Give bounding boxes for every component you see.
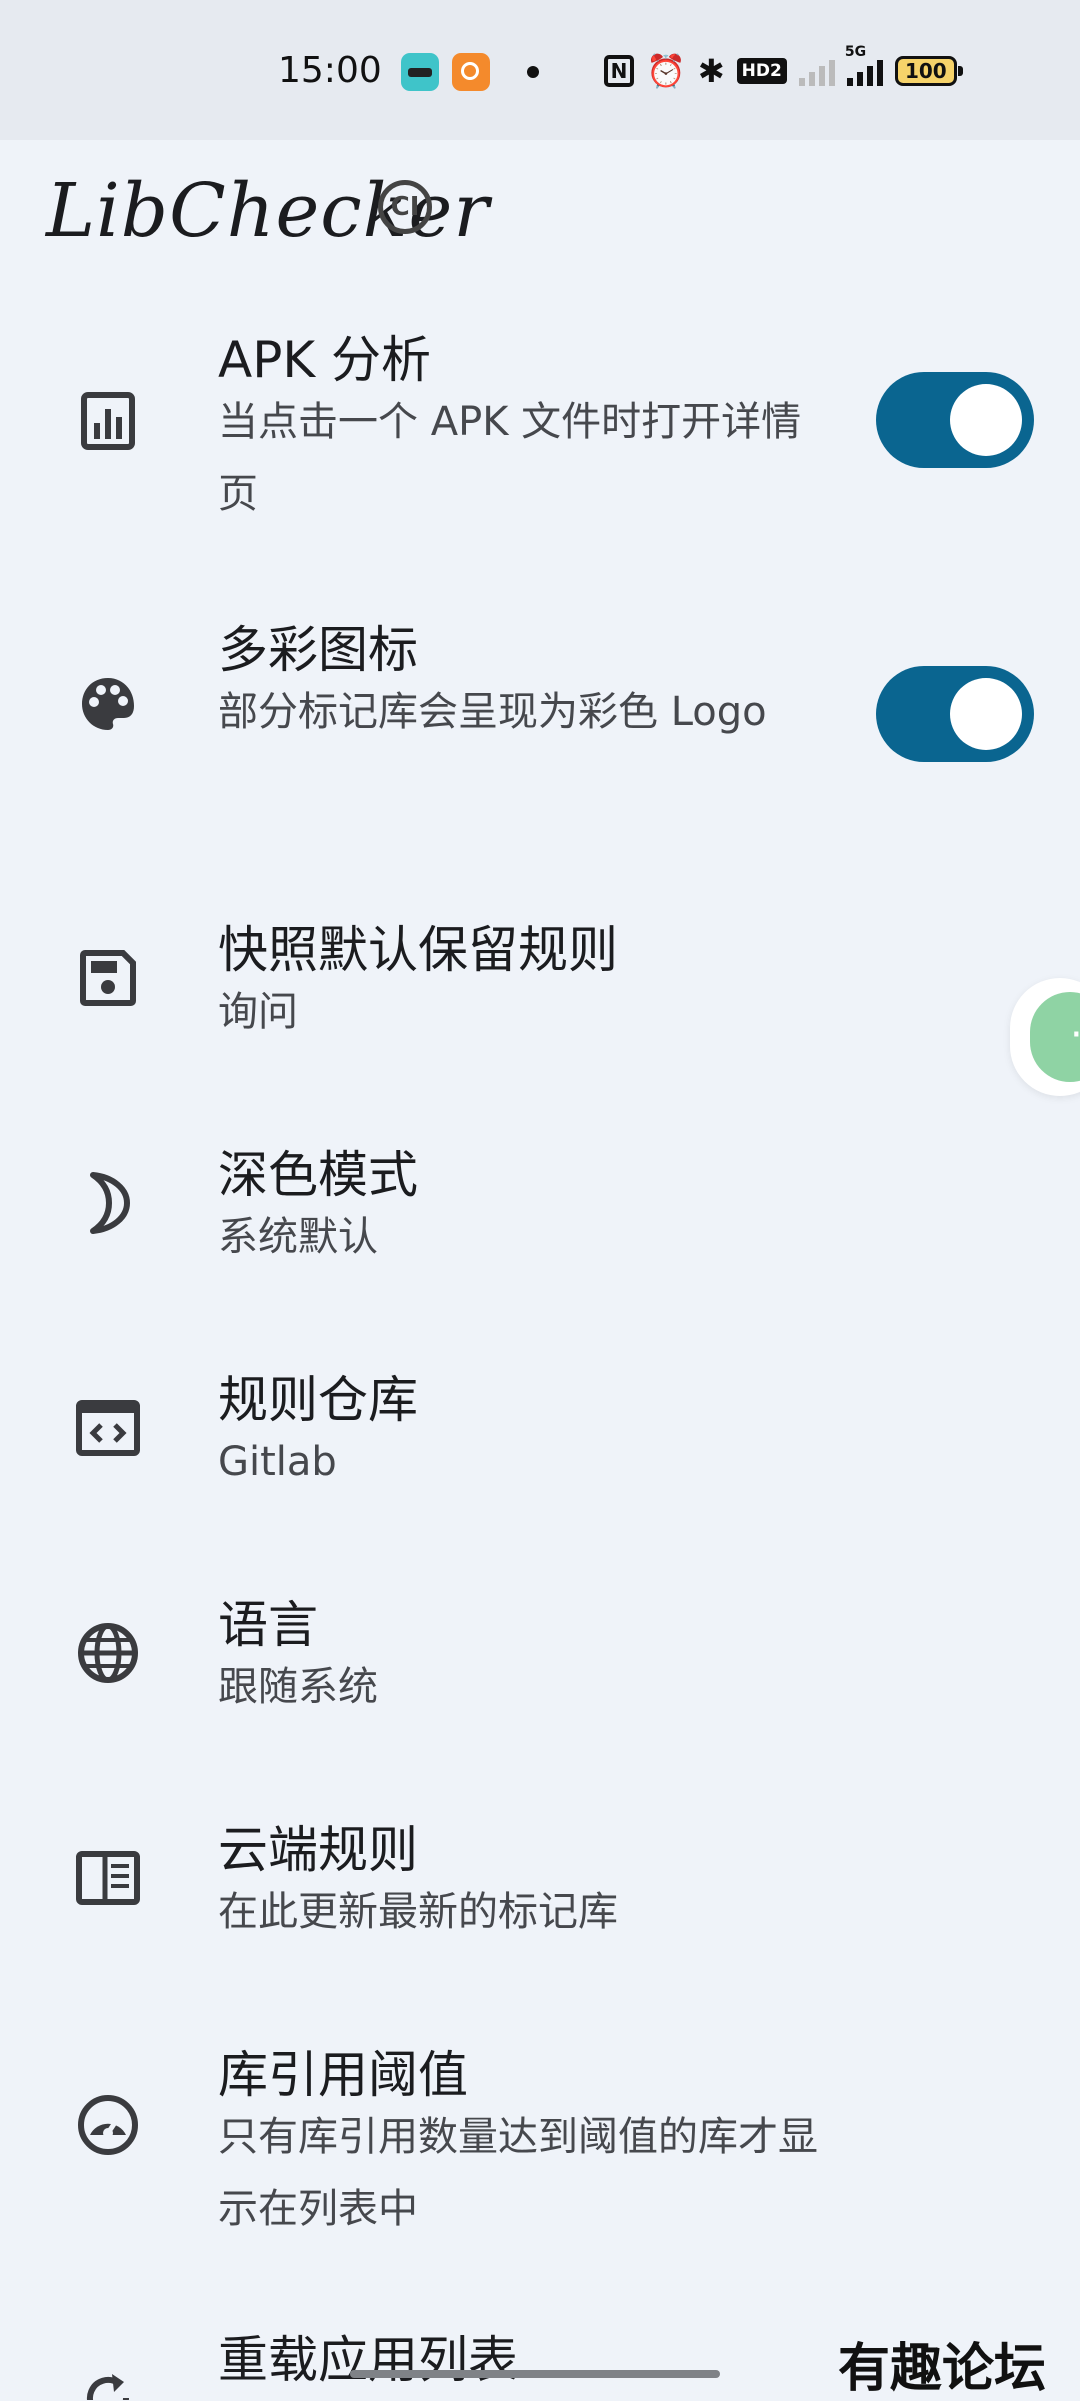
- speedometer-icon: [70, 2087, 146, 2163]
- colorful-icons-toggle[interactable]: [876, 666, 1034, 762]
- setting-title: 云端规则: [218, 1821, 418, 1879]
- setting-apk-analysis[interactable]: APK 分析 当点击一个 APK 文件时打开详情页: [0, 300, 1080, 590]
- reload-icon: [70, 2360, 146, 2400]
- home-indicator[interactable]: [350, 2370, 720, 2378]
- setting-colorful-icons[interactable]: 多彩图标 部分标记库会呈现为彩色 Logo: [0, 590, 1080, 860]
- setting-summary: 当点击一个 APK 文件时打开详情页: [218, 399, 802, 517]
- bar-chart-icon: [70, 383, 146, 459]
- setting-summary: 在此更新最新的标记库: [218, 1889, 618, 1935]
- forum-watermark: 有趣论坛: [838, 2338, 1047, 2399]
- magic-app-icon: [401, 53, 439, 91]
- palette-icon: [70, 666, 146, 742]
- setting-summary: Gitlab: [218, 1439, 337, 1485]
- setting-title: 重载应用列表: [218, 2331, 518, 2389]
- moon-icon: [70, 1165, 146, 1241]
- ci-badge: CI: [378, 180, 432, 234]
- setting-library-threshold[interactable]: 库引用阈值 只有库引用数量达到阈值的库才显示在列表中: [0, 2005, 1080, 2275]
- setting-summary: 系统默认: [218, 1214, 378, 1260]
- setting-title: 语言: [218, 1596, 318, 1654]
- nfc-icon: N: [604, 55, 634, 87]
- setting-rules-repository[interactable]: 规则仓库 Gitlab: [0, 1330, 1080, 1540]
- hd-voice-icon: HD2: [736, 58, 787, 84]
- status-icons: N ⏰ ✱ HD2 5G 100: [604, 44, 963, 94]
- setting-summary: 询问: [218, 989, 298, 1035]
- floating-bubble-dots-icon: [1030, 992, 1080, 1082]
- setting-snapshot-retention[interactable]: 快照默认保留规则 询问: [0, 880, 1080, 1090]
- status-bar: 15:00 N ⏰ ✱ HD2 5G 100: [0, 0, 1080, 140]
- battery-icon: 100: [894, 56, 963, 86]
- setting-cloud-rules[interactable]: 云端规则 在此更新最新的标记库: [0, 1780, 1080, 1990]
- setting-summary: 只有库引用数量达到阈值的库才显示在列表中: [218, 2114, 818, 2232]
- alarm-icon: ⏰: [646, 52, 686, 90]
- more-notifications-dot: [527, 66, 539, 78]
- setting-title: 多彩图标: [218, 621, 418, 679]
- setting-summary: 跟随系统: [218, 1664, 378, 1710]
- setting-summary: 部分标记库会呈现为彩色 Logo: [218, 689, 767, 735]
- setting-title: 快照默认保留规则: [218, 921, 618, 979]
- apk-analysis-toggle[interactable]: [876, 372, 1034, 468]
- status-time: 15:00: [278, 50, 382, 91]
- setting-title: 规则仓库: [218, 1371, 418, 1429]
- settings-list: APK 分析 当点击一个 APK 文件时打开详情页 多彩图标 部分标记库会呈现为…: [0, 300, 1080, 2400]
- signal-5g-icon: 5G: [845, 44, 883, 86]
- code-window-icon: [70, 1390, 146, 1466]
- setting-title: 库引用阈值: [218, 2046, 468, 2104]
- cloud-rules-icon: [70, 1840, 146, 1916]
- setting-language[interactable]: 语言 跟随系统: [0, 1555, 1080, 1765]
- globe-icon: [70, 1615, 146, 1691]
- setting-title: 深色模式: [218, 1146, 418, 1204]
- save-icon: [70, 940, 146, 1016]
- setting-title: APK 分析: [218, 331, 432, 389]
- bluetooth-icon: ✱: [697, 52, 725, 90]
- setting-dark-mode[interactable]: 深色模式 系统默认: [0, 1105, 1080, 1315]
- notification-app-icon: [452, 53, 490, 91]
- signal-sim1-icon: [798, 56, 835, 86]
